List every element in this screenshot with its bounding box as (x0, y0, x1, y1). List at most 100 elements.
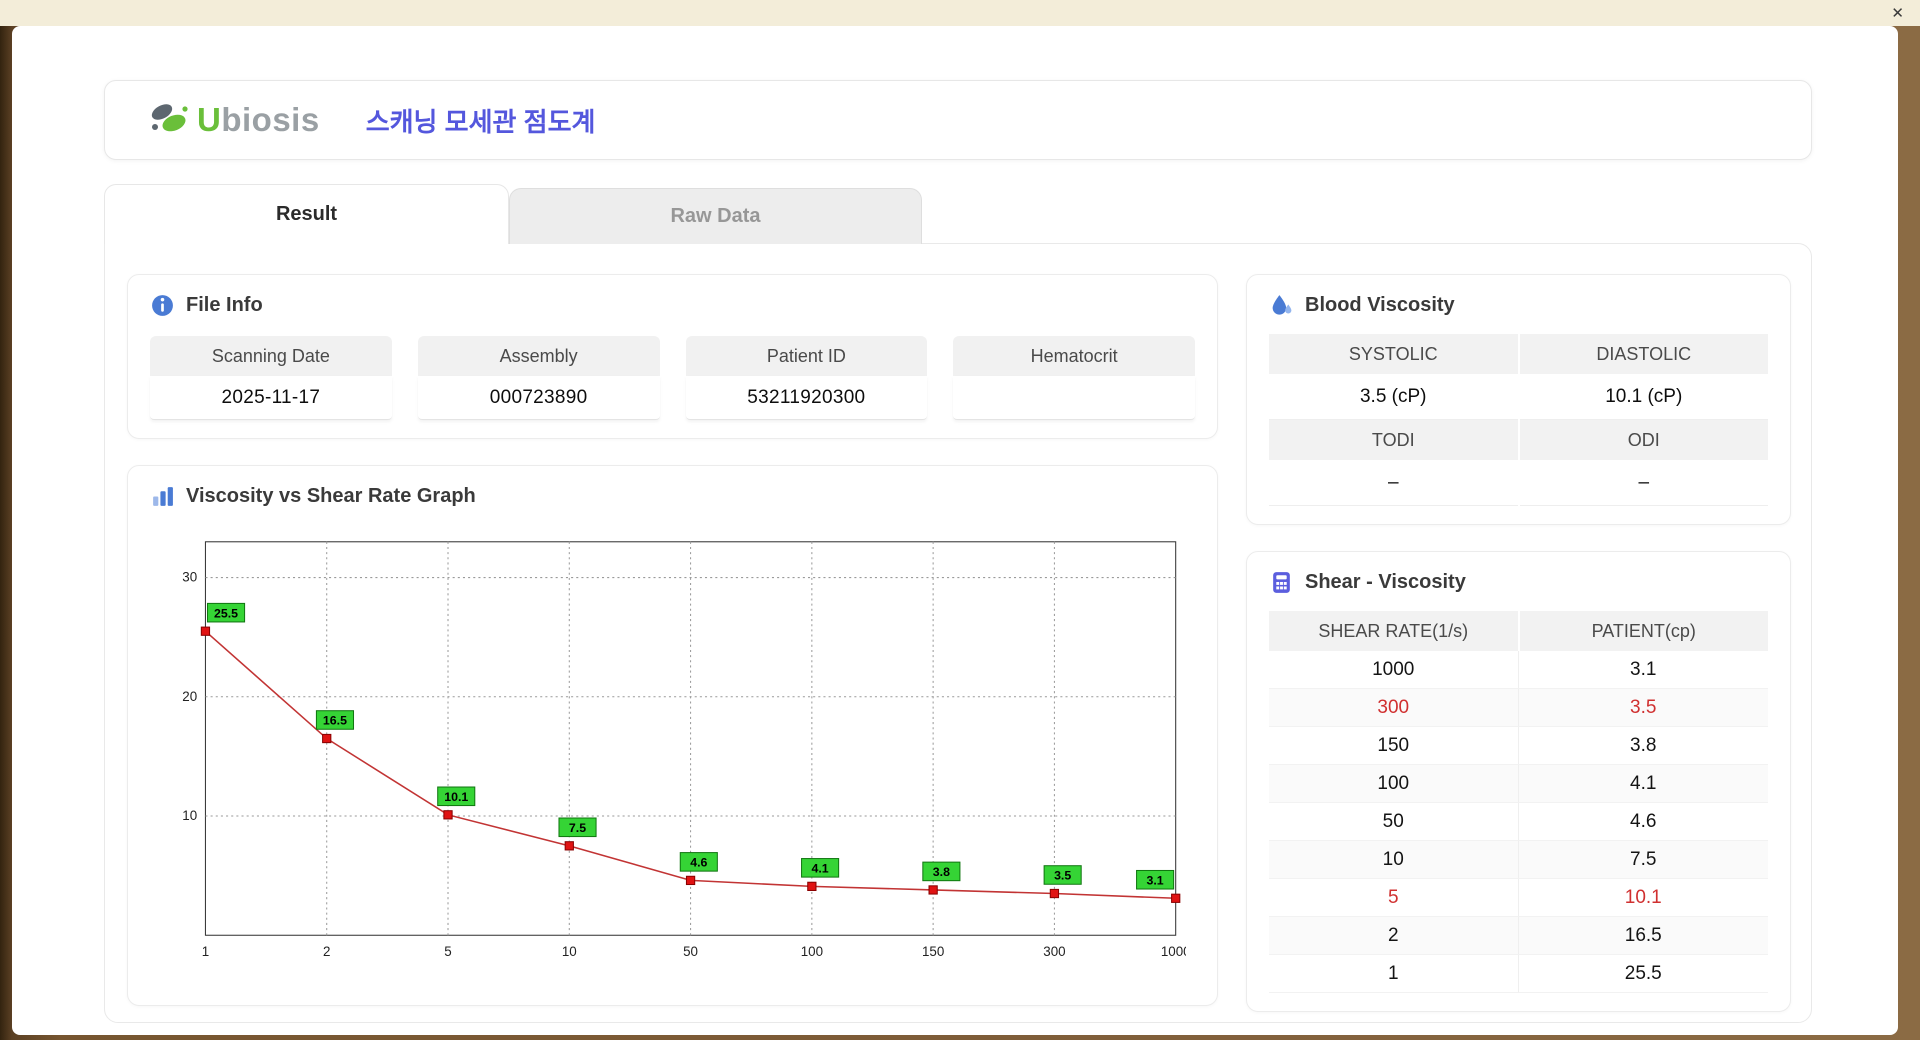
patient-cell: 7.5 (1518, 841, 1768, 879)
leaf-logo-icon (151, 104, 188, 132)
svg-text:4.6: 4.6 (690, 855, 707, 869)
result-panel: File Info Scanning Date 2025-11-17 Assem… (104, 243, 1812, 1023)
shear-rate-cell: 150 (1269, 727, 1519, 765)
table-row: 300 3.5 (1269, 689, 1768, 727)
logo-rest: biosis (221, 101, 320, 138)
odi-value: – (1519, 460, 1768, 506)
svg-text:1000: 1000 (1161, 944, 1186, 959)
table-row: 3.5 (cP) 10.1 (cP) (1269, 374, 1768, 420)
tab-bar: Result Raw Data (104, 184, 1812, 244)
shear-rate-cell: 50 (1269, 803, 1519, 841)
shear-rate-cell: 1000 (1269, 651, 1519, 689)
patient-cell: 16.5 (1518, 917, 1768, 955)
patient-cell: 3.1 (1518, 651, 1768, 689)
todi-header: TODI (1269, 420, 1518, 460)
svg-text:3.1: 3.1 (1147, 873, 1164, 887)
field-scanning-date: Scanning Date 2025-11-17 (150, 336, 392, 420)
systolic-header: SYSTOLIC (1269, 334, 1518, 374)
shear-rate-cell: 5 (1269, 879, 1519, 917)
svg-text:150: 150 (922, 944, 944, 959)
viscosity-shear-chart: 10 20 30 1 2 5 10 50 100 150 300 1000 25.5 16.5 10.1 7.… (182, 541, 1186, 959)
info-icon (152, 295, 173, 316)
field-assembly: Assembly 000723890 (417, 336, 660, 420)
close-icon[interactable]: ✕ (1891, 6, 1904, 21)
svg-text:4.1: 4.1 (811, 861, 828, 875)
svg-text:10: 10 (182, 808, 197, 823)
patient-column-header: PATIENT(cp) (1519, 611, 1768, 651)
shear-rate-cell: 100 (1269, 765, 1519, 803)
field-label: Patient ID (685, 336, 928, 376)
table-row: – – (1269, 460, 1768, 506)
field-value: 53211920300 (685, 376, 928, 420)
viscosity-graph-card: Viscosity vs Shear Rate Graph 10 20 30 1 2 5 1… (127, 465, 1218, 1006)
svg-text:50: 50 (683, 944, 698, 959)
header: Ubiosis 스캐닝 모세관 점도계 (104, 80, 1812, 160)
shear-viscosity-card: Shear - Viscosity SHEAR RATE(1/s) PATIEN… (1246, 551, 1791, 1012)
graph-title: Viscosity vs Shear Rate Graph (186, 485, 476, 507)
table-row: SYSTOLIC DIASTOLIC (1269, 334, 1768, 374)
patient-cell: 10.1 (1518, 879, 1768, 917)
systolic-value: 3.5 (cP) (1269, 374, 1518, 420)
file-info-card: File Info Scanning Date 2025-11-17 Assem… (127, 274, 1218, 439)
svg-text:5: 5 (444, 944, 451, 959)
diastolic-header: DIASTOLIC (1519, 334, 1768, 374)
svg-text:300: 300 (1043, 944, 1065, 959)
table-header-row: SHEAR RATE(1/s) PATIENT(cp) (1269, 611, 1768, 651)
svg-text:30: 30 (182, 570, 197, 585)
svg-text:20: 20 (182, 689, 197, 704)
table-row: 1000 3.1 (1269, 651, 1768, 689)
svg-text:3.8: 3.8 (933, 865, 950, 879)
table-row: 100 4.1 (1269, 765, 1768, 803)
logo-text: Ubiosis (197, 101, 320, 139)
page-title: 스캐닝 모세관 점도계 (365, 106, 596, 137)
field-label: Assembly (417, 336, 660, 376)
shear-rate-cell: 10 (1269, 841, 1519, 879)
field-label: Scanning Date (150, 336, 392, 376)
table-row: 2 16.5 (1269, 917, 1768, 955)
svg-text:7.5: 7.5 (569, 821, 586, 835)
ubiosis-logo: Ubiosis (147, 99, 320, 141)
tab-raw-data[interactable]: Raw Data (509, 188, 922, 244)
tab-result[interactable]: Result (104, 184, 509, 244)
field-value: 2025-11-17 (150, 376, 392, 420)
svg-text:16.5: 16.5 (323, 714, 347, 728)
diastolic-value: 10.1 (cP) (1519, 374, 1768, 420)
field-patient-id: Patient ID 53211920300 (685, 336, 928, 420)
file-info-fields: Scanning Date 2025-11-17 Assembly 000723… (150, 336, 1195, 420)
blood-viscosity-table: SYSTOLIC DIASTOLIC 3.5 (cP) 10.1 (cP) TO… (1269, 334, 1768, 506)
blood-viscosity-card: Blood Viscosity SYSTOLIC DIASTOLIC 3.5 (… (1246, 274, 1791, 525)
logo-u: U (197, 101, 222, 138)
patient-cell: 3.5 (1518, 689, 1768, 727)
patient-cell: 25.5 (1518, 955, 1768, 993)
blood-viscosity-title: Blood Viscosity (1305, 294, 1455, 316)
table-body: 1000 3.1 300 3.5 150 3.8 100 4.1 50 4.6 … (1269, 651, 1768, 993)
patient-cell: 4.6 (1518, 803, 1768, 841)
shear-viscosity-table: SHEAR RATE(1/s) PATIENT(cp) 1000 3.1 300… (1269, 611, 1768, 993)
shear-viscosity-title: Shear - Viscosity (1305, 571, 1466, 593)
svg-text:1: 1 (202, 944, 209, 959)
app-window: Ubiosis 스캐닝 모세관 점도계 Result Raw Data File… (12, 26, 1898, 1035)
table-row: 50 4.6 (1269, 803, 1768, 841)
field-value (953, 376, 1195, 420)
patient-cell: 4.1 (1518, 765, 1768, 803)
svg-text:100: 100 (801, 944, 823, 959)
table-row: TODI ODI (1269, 420, 1768, 460)
titlebar: ✕ (0, 0, 1920, 26)
patient-cell: 3.8 (1518, 727, 1768, 765)
field-hematocrit: Hematocrit (953, 336, 1195, 420)
table-row: 5 10.1 (1269, 879, 1768, 917)
svg-text:10.1: 10.1 (444, 790, 468, 804)
svg-text:10: 10 (562, 944, 577, 959)
bar-chart-icon (153, 487, 173, 506)
svg-text:3.5: 3.5 (1054, 869, 1071, 883)
shear-rate-cell: 1 (1269, 955, 1519, 993)
table-row: 1 25.5 (1269, 955, 1768, 993)
todi-value: – (1269, 460, 1518, 506)
field-label: Hematocrit (953, 336, 1195, 376)
droplet-icon (1272, 295, 1292, 315)
table-row: 150 3.8 (1269, 727, 1768, 765)
field-value: 000723890 (417, 376, 660, 420)
table-row: 10 7.5 (1269, 841, 1768, 879)
odi-header: ODI (1519, 420, 1768, 460)
svg-text:25.5: 25.5 (214, 606, 238, 620)
